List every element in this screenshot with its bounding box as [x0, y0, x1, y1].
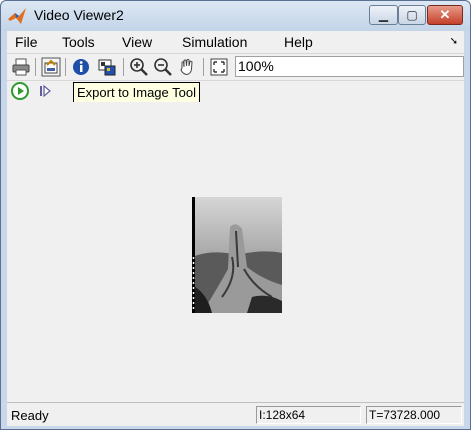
zoom-level-field[interactable]: 100% [235, 56, 464, 77]
menu-tools[interactable]: Tools [62, 34, 95, 50]
export-icon[interactable] [41, 57, 61, 77]
info-icon[interactable] [71, 57, 91, 77]
status-bar: Ready I:128x64 T=73728.000 [7, 402, 464, 426]
colormap-icon[interactable] [97, 57, 117, 77]
step-forward-icon[interactable] [37, 83, 53, 99]
pan-hand-icon[interactable] [177, 57, 197, 77]
zoom-out-icon[interactable] [153, 57, 173, 77]
menu-view[interactable]: View [122, 34, 152, 50]
playback-toolbar: Export to Image Tool [7, 80, 464, 103]
minimize-button[interactable]: ▁ [369, 5, 398, 25]
status-text: Ready [11, 408, 49, 423]
play-icon[interactable] [11, 82, 29, 100]
toolbar-separator [65, 58, 66, 76]
maximize-icon: ▢ [406, 8, 418, 22]
toolbar-separator [35, 58, 36, 76]
main-toolbar: 100% [7, 53, 464, 80]
zoom-in-icon[interactable] [129, 57, 149, 77]
toolbar-separator [203, 58, 204, 76]
video-viewer-window: Video Viewer2 ▁ ▢ ✕ File Tools View Simu… [0, 0, 471, 430]
menu-simulation[interactable]: Simulation [182, 34, 247, 50]
video-display-area [7, 102, 464, 402]
matlab-logo-icon [8, 8, 26, 24]
image-dimensions: I:128x64 [256, 406, 361, 424]
title-bar[interactable]: Video Viewer2 ▁ ▢ ✕ [1, 1, 470, 31]
client-area: File Tools View Simulation Help ➘ 100% E… [7, 31, 464, 426]
menu-file[interactable]: File [15, 34, 38, 50]
menu-help[interactable]: Help [284, 34, 313, 50]
menu-overflow-icon[interactable]: ➘ [450, 36, 458, 47]
toolbar-separator [123, 58, 124, 76]
export-tooltip: Export to Image Tool [73, 82, 200, 103]
simulation-time: T=73728.000 [366, 406, 462, 424]
fit-to-window-icon[interactable] [209, 57, 229, 77]
menu-bar: File Tools View Simulation Help ➘ [7, 31, 464, 53]
video-frame [192, 197, 282, 313]
close-button[interactable]: ✕ [427, 5, 463, 25]
print-icon[interactable] [11, 57, 31, 77]
window-title: Video Viewer2 [34, 7, 124, 23]
minimize-icon: ▁ [378, 8, 389, 22]
close-icon: ✕ [439, 7, 451, 22]
maximize-button[interactable]: ▢ [398, 5, 426, 25]
